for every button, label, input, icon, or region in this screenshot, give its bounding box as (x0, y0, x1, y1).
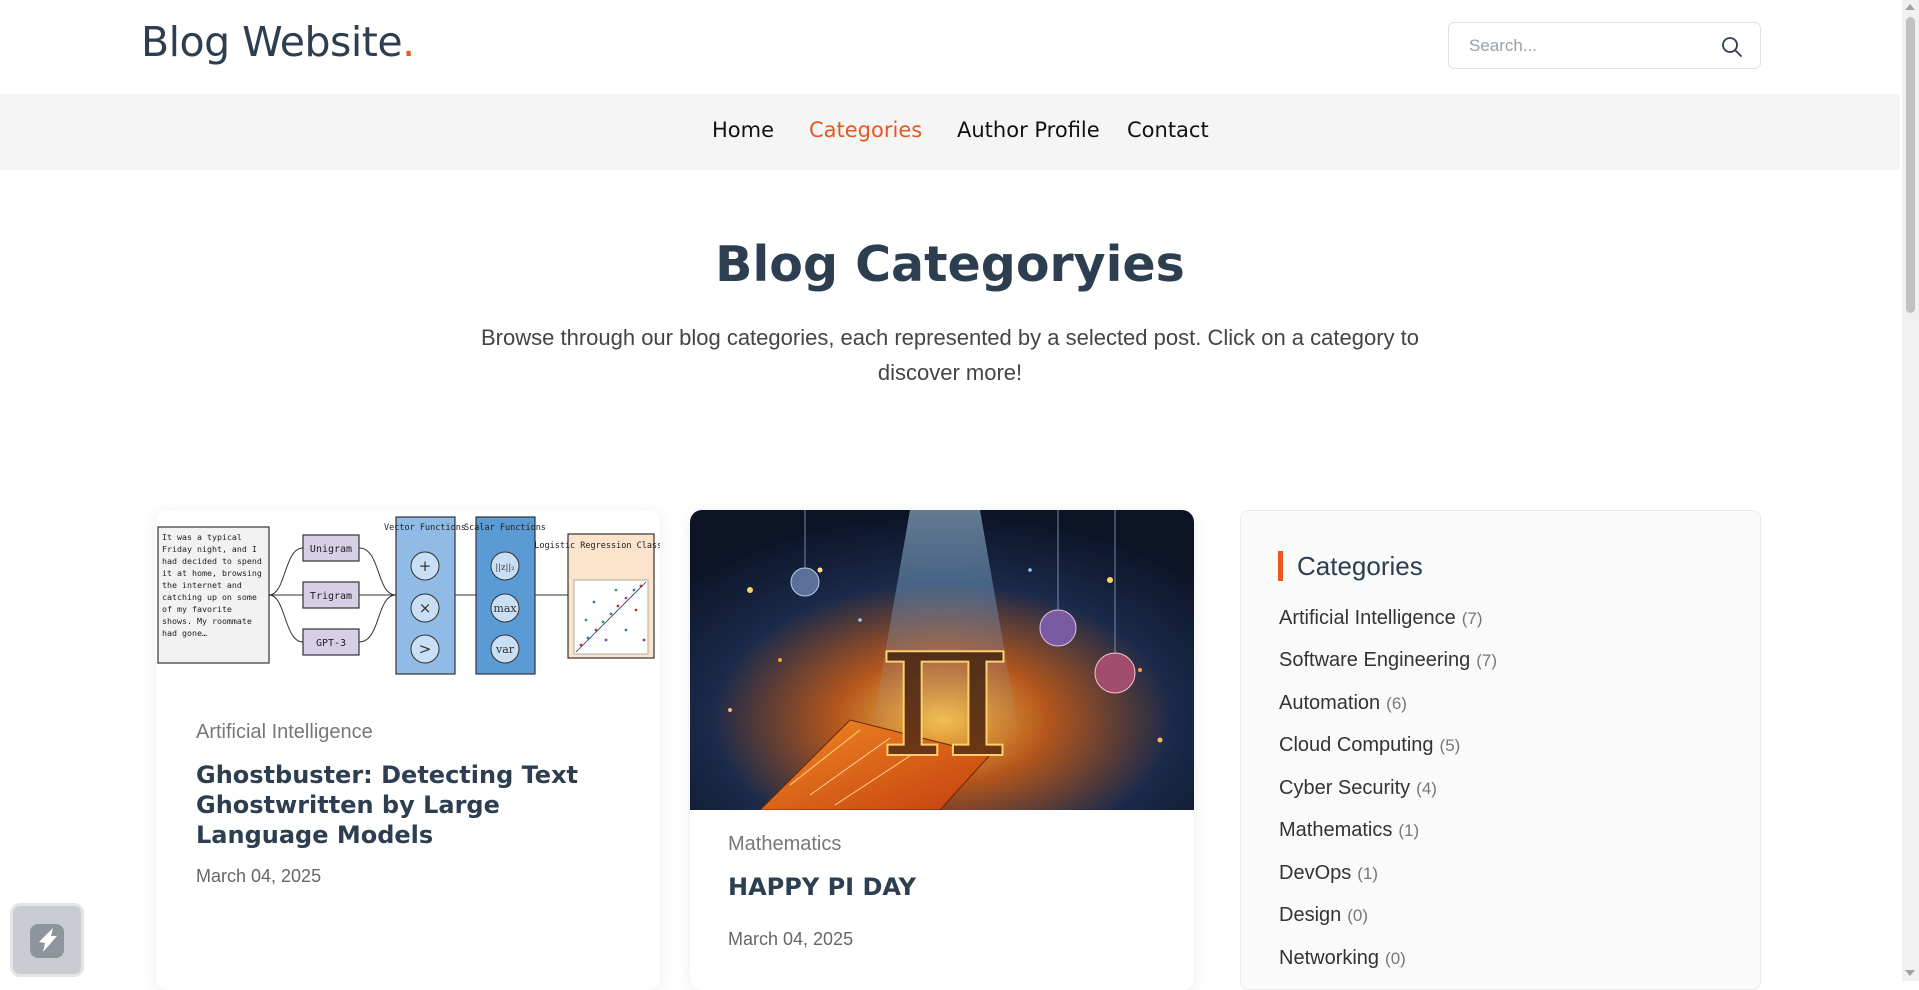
post-image-pi[interactable]: π (690, 510, 1194, 810)
scrollbar-thumb[interactable] (1906, 17, 1915, 313)
diagram-op: × (419, 599, 432, 617)
category-label: Artificial Intelligence (1279, 607, 1456, 629)
category-label: Automation (1279, 692, 1381, 714)
sidebar-item-devops[interactable]: DevOps (1) (1279, 862, 1378, 885)
post-category[interactable]: Artificial Intelligence (196, 721, 373, 744)
scroll-down-arrow-icon[interactable] (1905, 970, 1915, 976)
diagram-op: ||z||₂ (495, 563, 514, 573)
diagram-ngram-label: GPT-3 (316, 638, 346, 649)
diagram-vector-label: Vector Functions (384, 523, 466, 533)
category-count: (0) (1385, 949, 1406, 968)
diagram-ngram-label: Trigram (310, 591, 352, 602)
diagram-op: var (495, 643, 515, 656)
diagram-classifier-label: Logistic Regression Classifier (534, 541, 660, 551)
post-card[interactable]: It was a typical Friday night, and I had… (156, 510, 660, 990)
scroll-up-arrow-icon[interactable] (1905, 4, 1915, 10)
sidebar-item-design[interactable]: Design (0) (1279, 904, 1368, 927)
post-date: March 04, 2025 (728, 929, 854, 949)
main-nav: Home Categories Author Profile Contact (0, 94, 1900, 170)
category-label: Design (1279, 904, 1342, 926)
category-count: (5) (1439, 736, 1461, 755)
sidebar-item-mathematics[interactable]: Mathematics (1) (1279, 819, 1419, 842)
logo-text: Blog Website (141, 18, 403, 66)
page-title: Blog Categoryies (715, 236, 1185, 293)
sidebar-accent-bar (1278, 551, 1283, 581)
category-count: (7) (1476, 651, 1498, 670)
sidebar-title: Categories (1297, 551, 1423, 581)
page-scrollbar[interactable] (1902, 0, 1919, 981)
site-header: Blog Website. (0, 0, 1900, 94)
category-label: DevOps (1279, 862, 1352, 884)
post-title[interactable]: HAPPY PI DAY (728, 872, 1158, 902)
diagram-scalar-label: Scalar Functions (464, 523, 546, 533)
category-count: (1) (1357, 864, 1379, 883)
category-label: Cloud Computing (1279, 734, 1434, 756)
category-count: (7) (1461, 609, 1483, 628)
sidebar-item-cyber-security[interactable]: Cyber Security (4) (1279, 777, 1437, 800)
site-logo[interactable]: Blog Website. (141, 18, 415, 66)
post-date: March 04, 2025 (196, 866, 322, 886)
pi-symbol: π (879, 570, 1010, 803)
nav-contact[interactable]: Contact (1127, 118, 1209, 142)
category-label: Mathematics (1279, 819, 1393, 841)
post-title[interactable]: Ghostbuster: Detecting Text Ghostwritten… (196, 760, 616, 850)
categories-sidebar: Categories Artificial Intelligence (7) So… (1240, 510, 1761, 990)
page-subtitle: Browse through our blog categories, each… (481, 325, 1419, 385)
sidebar-item-automation[interactable]: Automation (6) (1279, 692, 1407, 715)
diagram-op: + (419, 557, 432, 575)
search-input[interactable] (1467, 35, 1707, 57)
category-count: (1) (1398, 821, 1420, 840)
diagram-ngram-label: Unigram (310, 544, 352, 555)
floating-widget-button[interactable] (10, 903, 84, 977)
sidebar-item-software-engineering[interactable]: Software Engineering (7) (1279, 649, 1497, 672)
bolt-logo-icon (30, 924, 64, 958)
search-box (1448, 22, 1761, 69)
category-count: (0) (1347, 906, 1369, 925)
diagram-op: > (419, 640, 432, 658)
sidebar-item-artificial-intelligence[interactable]: Artificial Intelligence (7) (1279, 607, 1483, 630)
category-count: (6) (1386, 694, 1407, 713)
post-category[interactable]: Mathematics (728, 833, 841, 856)
search-icon[interactable] (1720, 35, 1744, 59)
nav-categories[interactable]: Categories (809, 118, 922, 142)
nav-author-profile[interactable]: Author Profile (957, 118, 1100, 142)
diagram-sample-text: It was a typical Friday night, and I had… (162, 532, 262, 638)
category-label: Cyber Security (1279, 777, 1411, 799)
logo-dot: . (402, 18, 415, 66)
category-count: (4) (1416, 779, 1437, 798)
nav-home[interactable]: Home (712, 118, 774, 142)
category-label: Networking (1279, 947, 1380, 969)
sidebar-item-networking[interactable]: Networking (0) (1279, 947, 1406, 970)
post-card[interactable]: π Mathematics HAPPY PI DAY March 04, 202… (690, 510, 1194, 990)
diagram-op: max (493, 602, 517, 615)
category-label: Software Engineering (1279, 649, 1471, 671)
sidebar-item-cloud-computing[interactable]: Cloud Computing (5) (1279, 734, 1460, 757)
